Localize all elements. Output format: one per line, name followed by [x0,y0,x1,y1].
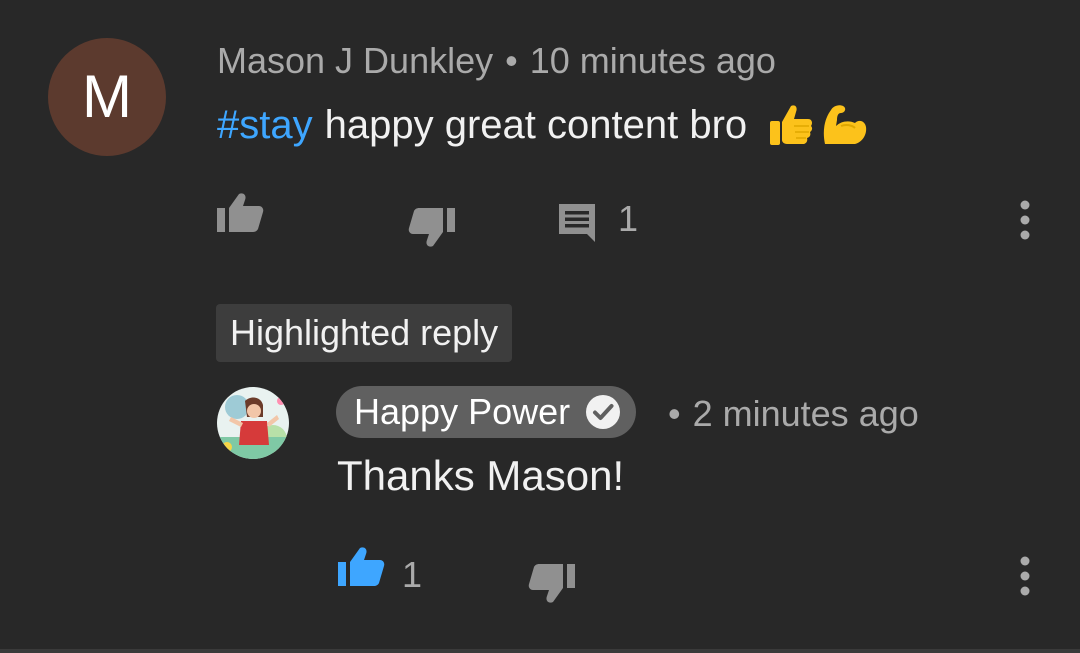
channel-name-badge[interactable]: Happy Power [336,386,637,438]
avatar[interactable]: M [48,38,166,156]
thumbs-down-icon [408,208,455,247]
reply-count: 1 [618,198,639,239]
verified-check-icon [586,395,621,429]
comment-timestamp[interactable]: 10 minutes ago [530,40,776,81]
thumbs-up-icon [217,193,264,232]
highlighted-reply-label: Highlighted reply [230,312,499,353]
more-vertical-icon [1020,556,1030,596]
like-button[interactable] [216,192,264,234]
reply-author: Happy Power [354,391,571,432]
more-vertical-icon [1020,200,1030,240]
comment-thread: M Mason J Dunkley • 10 minutes ago #stay h… [0,0,1080,653]
thumbs-down-icon [528,564,575,603]
reply-like-button[interactable] [337,546,385,588]
comment-author[interactable]: Mason J Dunkley [217,40,493,81]
reply-timestamp[interactable]: 2 minutes ago [693,393,919,434]
thumbs-up-emoji [770,105,813,145]
hashtag-link[interactable]: #stay [217,103,313,148]
separator: • [505,40,518,81]
dislike-button[interactable] [408,206,456,248]
reply-meta: • 2 minutes ago [668,393,919,435]
reply-dislike-button[interactable] [528,562,576,604]
reply-button[interactable] [556,202,598,244]
highlighted-reply-badge: Highlighted reply [216,304,513,362]
thumbs-up-icon [338,547,385,586]
comment-more-button[interactable] [1018,198,1032,242]
channel-avatar[interactable] [217,387,289,459]
comment-text: #stay happy great content bro [217,100,869,150]
channel-avatar-image [217,387,289,459]
comment-header: Mason J Dunkley • 10 minutes ago [217,40,776,82]
comment-body: happy great content bro [324,102,748,147]
reply-more-button[interactable] [1018,554,1032,598]
reply-like-count: 1 [402,554,423,595]
reply-body: Thanks Mason! [337,452,625,499]
separator: • [668,393,681,434]
comment-icon [559,204,595,242]
avatar-letter: M [82,63,132,130]
flexed-biceps-emoji [823,105,867,144]
divider [0,649,1080,653]
